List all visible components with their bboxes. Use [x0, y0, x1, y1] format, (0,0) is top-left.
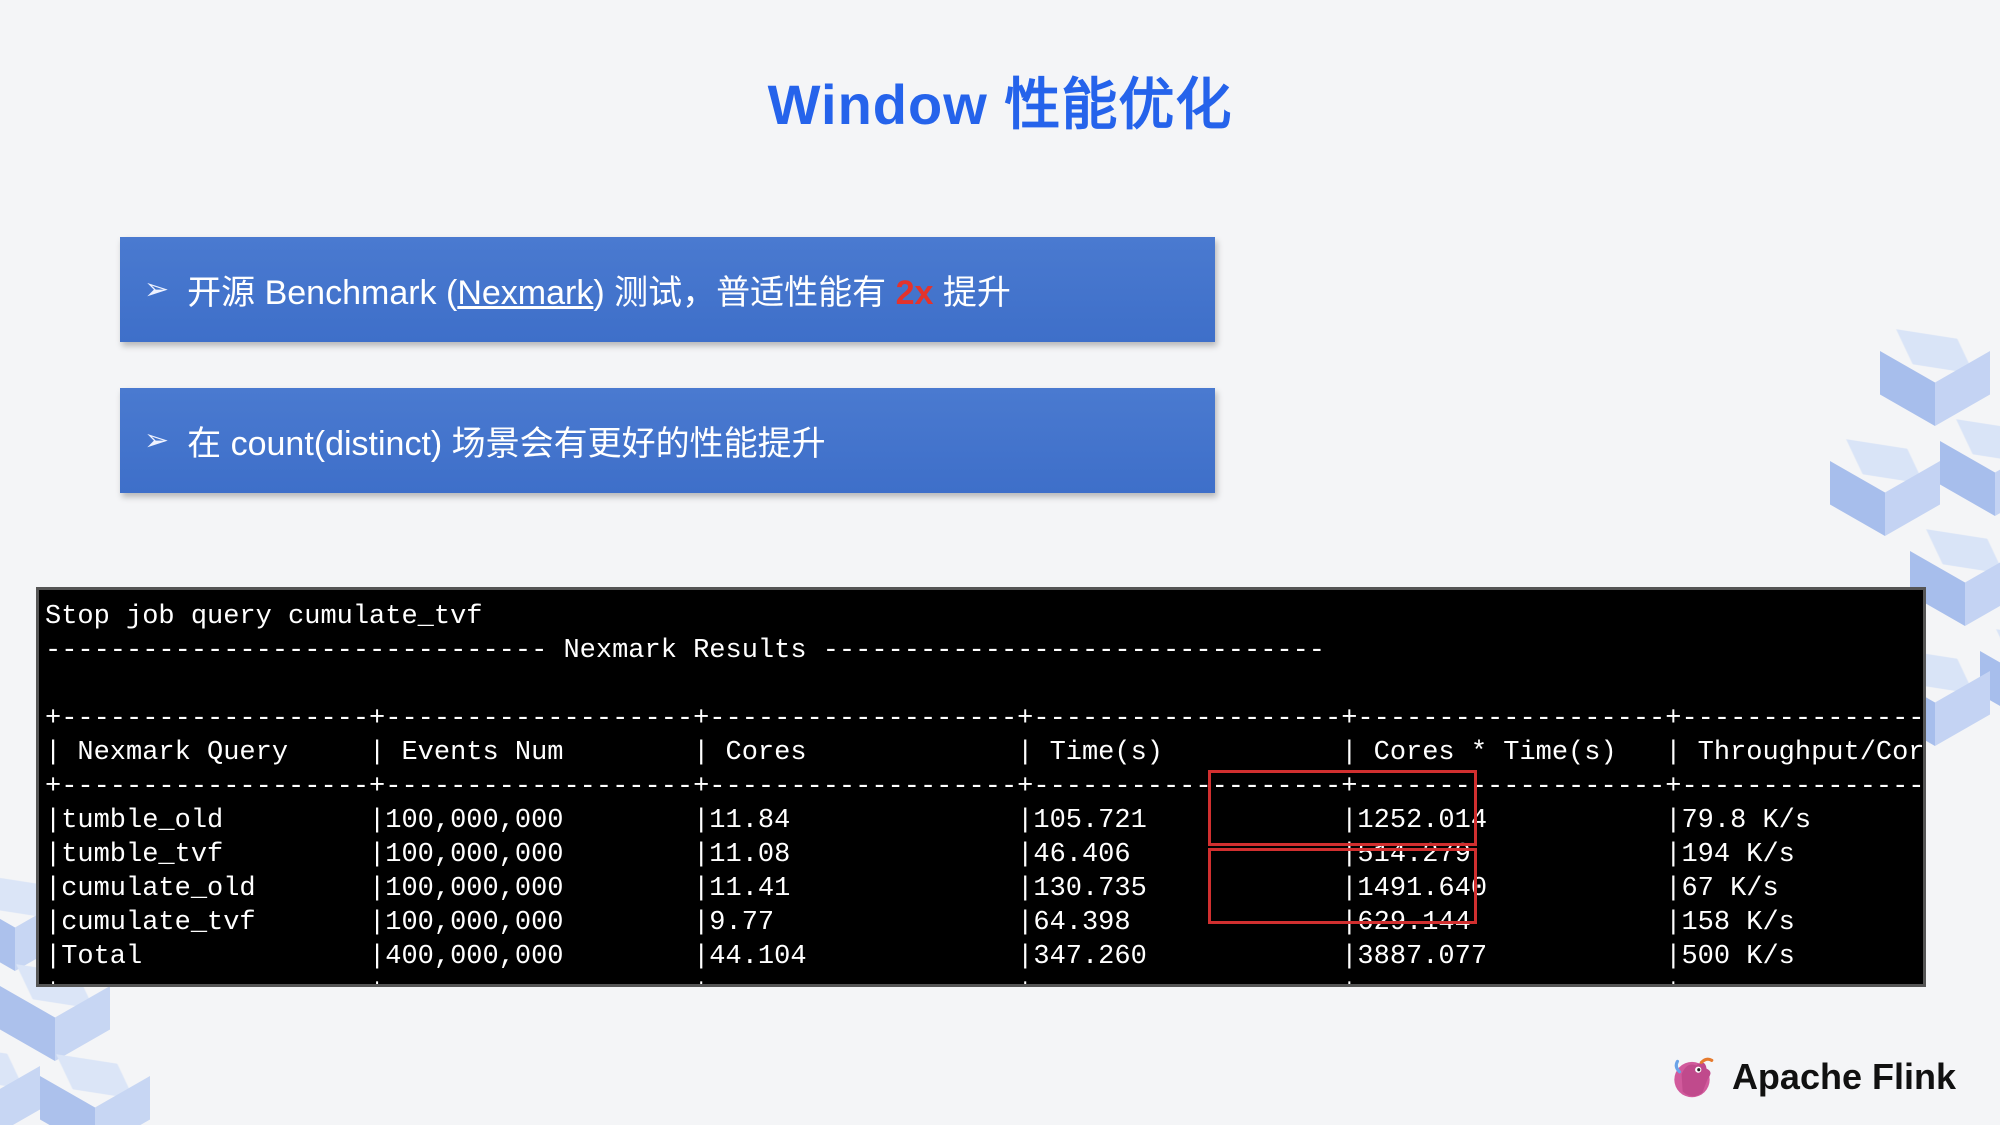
slide-title: Window 性能优化 — [0, 60, 2000, 141]
bullet-text-post: 提升 — [933, 274, 1010, 312]
table-row: |tumble_old |100,000,000 |11.84 |105.721… — [45, 806, 1926, 836]
bullet-text: 开源 Benchmark (Nexmark) 测试，普适性能有 2x 提升 — [187, 265, 1011, 314]
table-row: |cumulate_tvf |100,000,000 |9.77 |64.398… — [45, 908, 1926, 938]
terminal-border: +-------------------+-------------------… — [45, 772, 1926, 802]
terminal-line-stop: Stop job query cumulate_tvf — [45, 602, 482, 632]
terminal-header: | Nexmark Query | Events Num | Cores | T… — [45, 738, 1926, 768]
bullet-count-distinct: ➢ 在 count(distinct) 场景会有更好的性能提升 — [120, 388, 1215, 493]
bullet-text: 在 count(distinct) 场景会有更好的性能提升 — [187, 416, 826, 465]
terminal-border: +-------------------+-------------------… — [45, 976, 1926, 987]
table-row: |Total |400,000,000 |44.104 |347.260 |38… — [45, 942, 1926, 972]
speedup-value: 2x — [896, 274, 934, 312]
flink-logo-icon — [1666, 1051, 1718, 1103]
table-row: |cumulate_old |100,000,000 |11.41 |130.7… — [45, 874, 1926, 904]
terminal-border: +-------------------+-------------------… — [45, 704, 1926, 734]
bullet-benchmark: ➢ 开源 Benchmark (Nexmark) 测试，普适性能有 2x 提升 — [120, 237, 1215, 342]
chevron-right-icon: ➢ — [144, 272, 169, 307]
nexmark-link[interactable]: Nexmark — [457, 274, 593, 312]
chevron-right-icon: ➢ — [144, 423, 169, 458]
footer-brand: Apache Flink — [1666, 1051, 1956, 1103]
bullet-text-mid: ) 测试，普适性能有 — [593, 274, 895, 312]
terminal-output: Stop job query cumulate_tvf ------------… — [36, 587, 1926, 987]
bullet-text-pre: 开源 Benchmark ( — [187, 274, 457, 312]
table-row: |tumble_tvf |100,000,000 |11.08 |46.406 … — [45, 840, 1926, 870]
terminal-line-banner: ------------------------------- Nexmark … — [45, 636, 1325, 666]
brand-text: Apache Flink — [1732, 1056, 1956, 1098]
